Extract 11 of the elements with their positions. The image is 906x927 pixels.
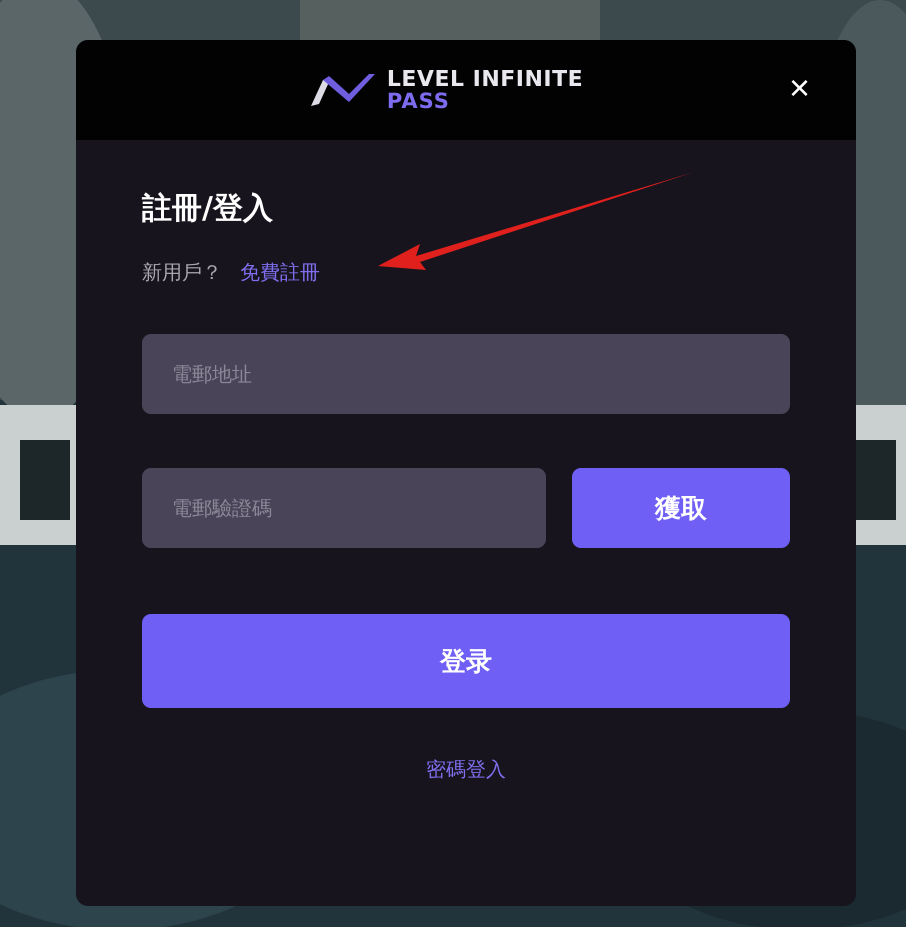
get-code-button[interactable]: 獲取 [572, 468, 790, 548]
code-field[interactable]: 電郵驗證碼 [142, 468, 546, 548]
dialog-title: 註冊/登入 [142, 190, 274, 228]
close-button[interactable]: × [784, 70, 814, 106]
signup-link[interactable]: 免費註冊 [240, 259, 320, 286]
email-field[interactable]: 電郵地址 [142, 334, 790, 414]
password-login-link[interactable]: 密碼登入 [426, 756, 506, 783]
login-button[interactable]: 登录 [142, 614, 790, 708]
signup-prompt: 新用戶？ [142, 259, 222, 286]
logo-text: LEVEL INFINITE [386, 68, 584, 90]
logo-subtext: PASS [386, 90, 451, 112]
